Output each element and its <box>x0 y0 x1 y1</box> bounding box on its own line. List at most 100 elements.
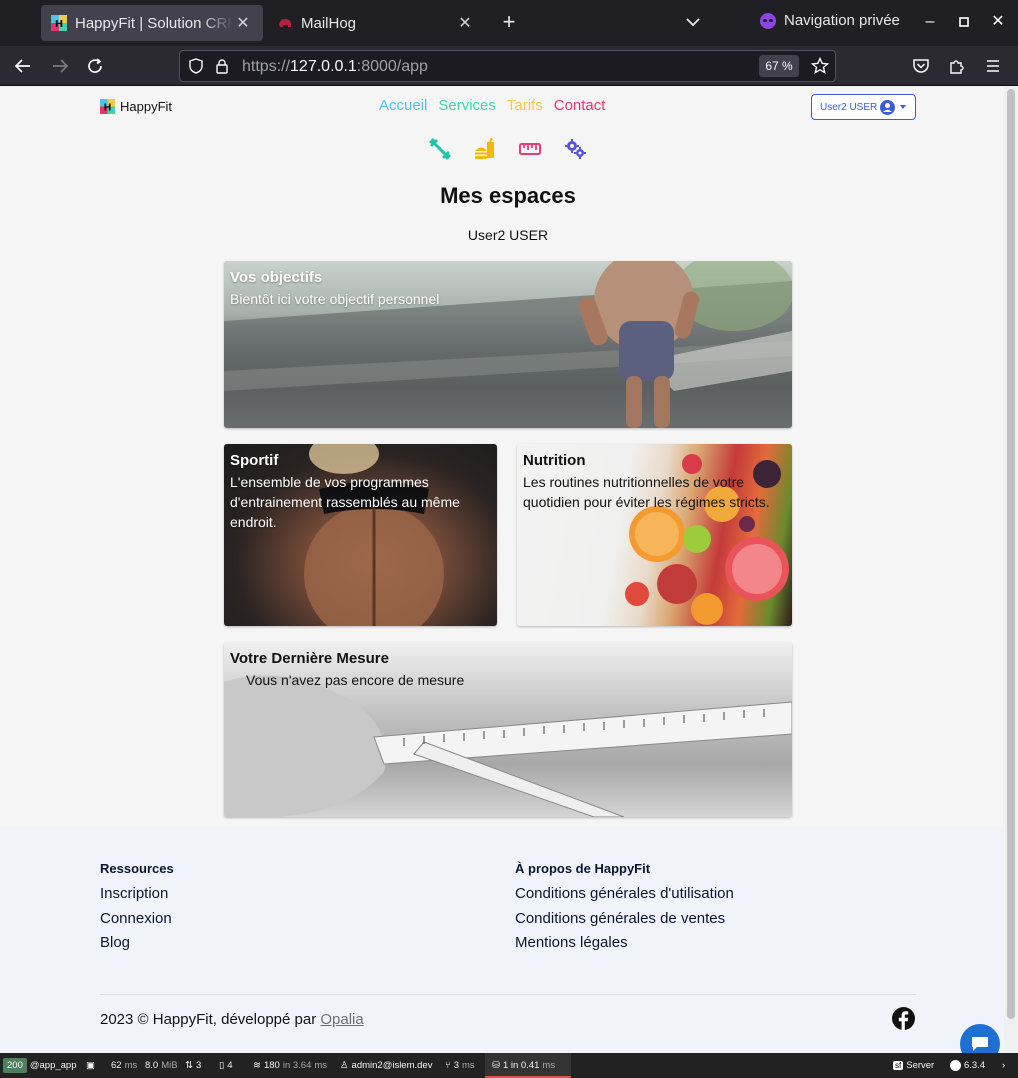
toolbar-version[interactable]: 6.3.4 <box>950 1053 985 1078</box>
toolbar-events[interactable]: ⑂ 3 ms <box>445 1053 475 1078</box>
forms-icon: ⇅ <box>185 1060 193 1071</box>
toolbar-forms[interactable]: ⇅ 3 <box>185 1053 201 1078</box>
twig-file-icon: ▯ <box>219 1060 225 1071</box>
card-objectifs[interactable]: Vos objectifs Bientôt ici votre objectif… <box>224 261 792 428</box>
toolbar-security[interactable]: ♙ admin2@islem.dev <box>340 1053 432 1078</box>
user-icon: ♙ <box>340 1060 349 1071</box>
card-title: Votre Dernière Mesure <box>230 650 389 667</box>
maximize-icon[interactable] <box>954 12 974 32</box>
tab-mailhog[interactable]: MailHog ✕ <box>267 5 485 41</box>
brand-logo[interactable]: H HappyFit <box>100 99 172 114</box>
cache-layers-icon: ≋ <box>253 1060 261 1071</box>
toolbar-close-icon[interactable]: › <box>1002 1053 1005 1078</box>
toolbar-time[interactable]: 62 ms <box>111 1053 137 1078</box>
url-text: https://127.0.0.1:8000/app <box>242 58 428 75</box>
mailhog-favicon-icon <box>277 15 293 31</box>
tab-title: MailHog <box>301 14 357 32</box>
happyfit-favicon-icon: H <box>51 15 67 31</box>
minimize-icon[interactable]: – <box>920 12 940 32</box>
card-subtitle: L'ensemble de vos programmes d'entrainem… <box>230 474 460 530</box>
nav-services[interactable]: Services <box>438 97 496 114</box>
gears-icon[interactable] <box>564 138 586 160</box>
card-nutrition[interactable]: Nutrition Les routines nutritionnelles d… <box>517 444 792 626</box>
svg-text:H: H <box>104 102 112 113</box>
user-menu-button[interactable]: User2 USER <box>811 94 916 120</box>
page-info-icon[interactable] <box>214 58 230 79</box>
user-menu-label: User2 USER <box>820 101 878 113</box>
scrollbar-thumb[interactable] <box>1007 89 1015 1019</box>
browser-navbar: https://127.0.0.1:8000/app 67 % <box>0 46 1018 86</box>
reload-icon[interactable] <box>83 54 107 78</box>
new-tab-button[interactable]: + <box>497 10 521 36</box>
symfony-debug-toolbar: 200 @app_app ▣ 62 ms 8.0 MiB ⇅ 3 ▯ 4 ≋ 180 in … <box>0 1053 1018 1078</box>
facebook-icon[interactable] <box>892 1007 915 1030</box>
back-arrow-icon[interactable] <box>11 54 35 78</box>
zoom-level-button[interactable]: 67 % <box>759 55 799 77</box>
close-tab-icon[interactable]: ✕ <box>233 13 253 33</box>
tab-happyfit[interactable]: H HappyFit | Solution CRM ✕ <box>41 5 263 41</box>
page-viewport: H HappyFit Accueil Services Tarifs Conta… <box>0 87 1004 1053</box>
dumbbell-icon[interactable] <box>429 138 451 160</box>
happyfit-logo-icon: H <box>100 99 115 114</box>
burger-drink-icon[interactable] <box>474 137 496 160</box>
runner-photo <box>224 261 792 428</box>
footer-link-cgu[interactable]: Conditions générales d'utilisation <box>515 882 734 907</box>
card-sportif[interactable]: Sportif L'ensemble de vos programmes d'e… <box>224 444 497 626</box>
bookmark-star-icon[interactable] <box>810 56 830 80</box>
developer-link[interactable]: Opalia <box>320 1011 363 1028</box>
nav-accueil[interactable]: Accueil <box>379 97 427 114</box>
footer-link-inscription[interactable]: Inscription <box>100 882 174 907</box>
user-avatar-icon <box>880 99 896 115</box>
list-tabs-chevron-down-icon[interactable] <box>683 12 703 32</box>
footer-heading: À propos de HappyFit <box>515 861 651 876</box>
private-mask-icon <box>760 12 776 29</box>
database-icon: ⛁ <box>492 1060 500 1071</box>
browser-tabbar: H HappyFit | Solution CRM ✕ MailHog ✕ + … <box>0 0 1018 46</box>
footer-divider <box>100 994 916 995</box>
toolbar-cache[interactable]: ≋ 180 in 3.64 ms <box>253 1053 327 1078</box>
hamburger-menu-icon[interactable] <box>981 54 1005 78</box>
copyright-text: 2023 © HappyFit, développé par Opalia <box>100 1011 364 1028</box>
toolbar-server[interactable]: sf Server <box>893 1053 934 1078</box>
footer-apropos: À propos de HappyFit Conditions générale… <box>515 861 734 956</box>
symfony-version-icon <box>950 1060 961 1071</box>
route-name: @app_app <box>29 1060 77 1071</box>
toolbar-twig[interactable]: ▯ 4 <box>219 1053 233 1078</box>
pocket-icon[interactable] <box>909 54 933 78</box>
extensions-puzzle-icon[interactable] <box>945 54 969 78</box>
nav-tarifs[interactable]: Tarifs <box>507 97 543 114</box>
chevron-down-icon <box>900 105 907 109</box>
footer-link-mentions[interactable]: Mentions légales <box>515 931 734 956</box>
measuring-tape-photo <box>224 675 792 817</box>
card-title: Nutrition <box>523 452 586 469</box>
site-footer: Ressources Inscription Connexion Blog À … <box>0 827 1004 1053</box>
page-scrollbar[interactable] <box>1004 87 1018 1053</box>
footer-heading: Ressources <box>100 861 174 876</box>
ruler-icon[interactable] <box>519 138 541 160</box>
symfony-logo-icon: sf <box>893 1061 904 1070</box>
status-badge: 200 <box>3 1058 27 1073</box>
footer-link-cgv[interactable]: Conditions générales de ventes <box>515 907 734 932</box>
toolbar-memory[interactable]: 8.0 MiB <box>145 1053 178 1078</box>
footer-ressources: Ressources Inscription Connexion Blog <box>100 861 174 956</box>
footer-link-blog[interactable]: Blog <box>100 931 174 956</box>
card-title: Sportif <box>230 452 279 469</box>
toolbar-request[interactable]: 200 @app_app <box>3 1053 77 1078</box>
close-tab-icon[interactable]: ✕ <box>455 13 475 33</box>
toolbar-db[interactable]: ⛁ 1 in 0.41 ms <box>492 1053 555 1078</box>
toolbar-ajax[interactable]: ▣ <box>86 1053 95 1078</box>
main-nav: Accueil Services Tarifs Contact <box>379 97 605 114</box>
ajax-icon: ▣ <box>86 1060 95 1071</box>
brand-name: HappyFit <box>120 99 173 114</box>
forward-arrow-icon[interactable] <box>48 54 72 78</box>
current-user-name: User2 USER <box>467 227 549 243</box>
card-subtitle: Bientôt ici votre objectif personnel <box>230 291 440 307</box>
card-mesure[interactable]: Votre Dernière Mesure Vous n'avez pas en… <box>224 642 792 817</box>
url-bar[interactable]: https://127.0.0.1:8000/app 67 % <box>179 50 836 82</box>
footer-link-connexion[interactable]: Connexion <box>100 907 174 932</box>
card-subtitle: Vous n'avez pas encore de mesure <box>246 672 465 688</box>
close-window-icon[interactable]: ✕ <box>988 12 1008 32</box>
tracking-shield-icon[interactable] <box>188 58 204 79</box>
card-title: Vos objectifs <box>230 269 323 286</box>
nav-contact[interactable]: Contact <box>554 97 606 114</box>
